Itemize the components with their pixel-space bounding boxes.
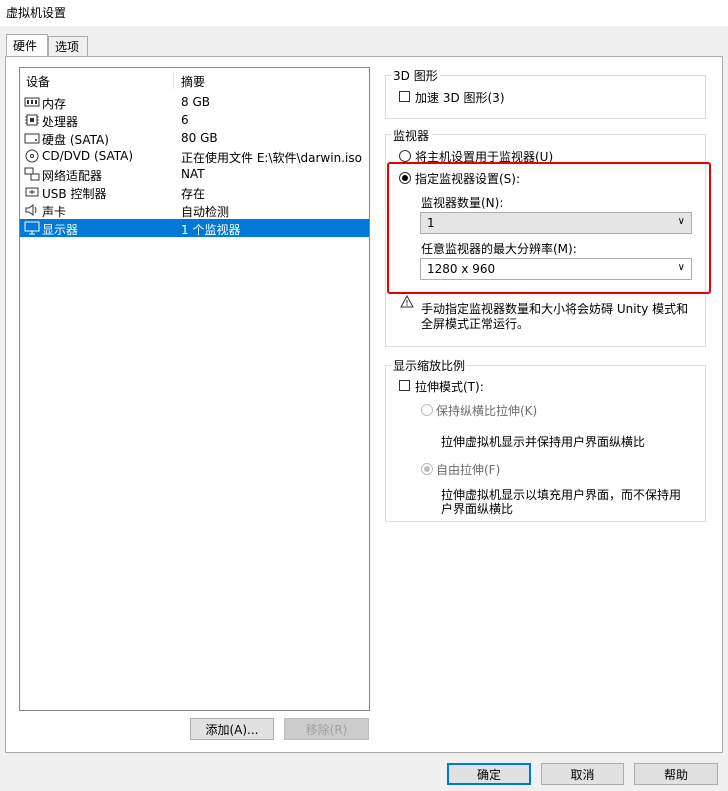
accelerate-3d-checkbox[interactable] (399, 91, 410, 102)
network-icon (24, 167, 40, 181)
device-summary: 存在 (181, 187, 206, 201)
device-name: 网络适配器 (42, 169, 103, 183)
keep-aspect-desc: 拉伸虚拟机显示并保持用户界面纵横比 (441, 435, 646, 449)
device-summary: 正在使用文件 E:\软件\darwin.iso (181, 151, 362, 165)
tab-label: 选项 (55, 40, 80, 54)
harddisk-icon (24, 133, 40, 144)
window-title: 虚拟机设置 (6, 6, 67, 20)
tab-label: 硬件 (13, 39, 38, 53)
device-name: 硬盘 (SATA) (42, 133, 109, 147)
stretch-mode-checkbox[interactable] (399, 380, 410, 391)
device-row-usb[interactable]: USB 控制器 存在 (20, 183, 369, 201)
device-row-processor[interactable]: 处理器 6 (20, 111, 369, 129)
device-name: 内存 (42, 97, 67, 111)
device-summary: 自动检测 (181, 205, 230, 219)
device-summary: 1 个监视器 (181, 223, 241, 237)
group-label-monitors: 监视器 (391, 127, 432, 144)
remove-device-button[interactable]: 移除(R) (284, 718, 369, 740)
warning-text-line2: 全屏模式正常运行。 (421, 317, 530, 331)
group-label-3d: 3D 图形 (391, 67, 440, 84)
tab-hardware[interactable]: 硬件 (6, 34, 48, 56)
device-list-header: 设备 摘要 (20, 71, 369, 89)
device-name: USB 控制器 (42, 187, 107, 201)
free-stretch-radio[interactable] (421, 463, 433, 475)
free-stretch-label[interactable]: 自由拉伸(F) (436, 461, 500, 478)
title-bar (0, 0, 728, 26)
warning-icon (400, 295, 414, 308)
device-summary: NAT (181, 167, 205, 181)
device-name: 声卡 (42, 205, 67, 219)
device-row-display[interactable]: 显示器 1 个监视器 (20, 219, 369, 237)
device-row-sound[interactable]: 声卡 自动检测 (20, 201, 369, 219)
device-summary: 6 (181, 113, 189, 127)
usb-icon (25, 187, 39, 197)
device-row-network[interactable]: 网络适配器 NAT (20, 165, 369, 183)
device-summary: 80 GB (181, 131, 218, 145)
column-header-summary[interactable]: 摘要 (181, 73, 205, 90)
highlight-box (387, 162, 711, 294)
add-device-button[interactable]: 添加(A)... (190, 718, 274, 740)
help-button[interactable]: 帮助 (634, 763, 718, 785)
cancel-button[interactable]: 取消 (541, 763, 624, 785)
device-summary: 8 GB (181, 95, 210, 109)
free-stretch-desc-line2: 户界面纵横比 (441, 502, 514, 516)
device-row-cddvd[interactable]: CD/DVD (SATA) 正在使用文件 E:\软件\darwin.iso (20, 147, 369, 165)
device-name: 处理器 (42, 115, 79, 129)
cpu-icon (25, 114, 39, 126)
device-row-harddisk[interactable]: 硬盘 (SATA) 80 GB (20, 129, 369, 147)
monitor-icon (24, 221, 40, 235)
keep-aspect-label[interactable]: 保持纵横比拉伸(K) (436, 402, 537, 419)
keep-aspect-radio[interactable] (421, 404, 433, 416)
device-name: 显示器 (42, 223, 79, 237)
memory-icon (24, 97, 40, 107)
accelerate-3d-label[interactable]: 加速 3D 图形(3) (415, 89, 505, 106)
tab-options[interactable]: 选项 (48, 36, 88, 56)
device-row-memory[interactable]: 内存 8 GB (20, 93, 369, 111)
host-monitor-radio[interactable] (399, 150, 411, 162)
column-divider[interactable] (173, 71, 174, 89)
stretch-mode-label[interactable]: 拉伸模式(T): (415, 378, 484, 395)
speaker-icon (25, 204, 37, 216)
cd-icon (25, 149, 39, 163)
group-label-scaling: 显示缩放比例 (391, 357, 468, 374)
ok-button[interactable]: 确定 (447, 763, 531, 785)
column-header-device[interactable]: 设备 (26, 73, 50, 90)
device-name: CD/DVD (SATA) (42, 149, 134, 163)
